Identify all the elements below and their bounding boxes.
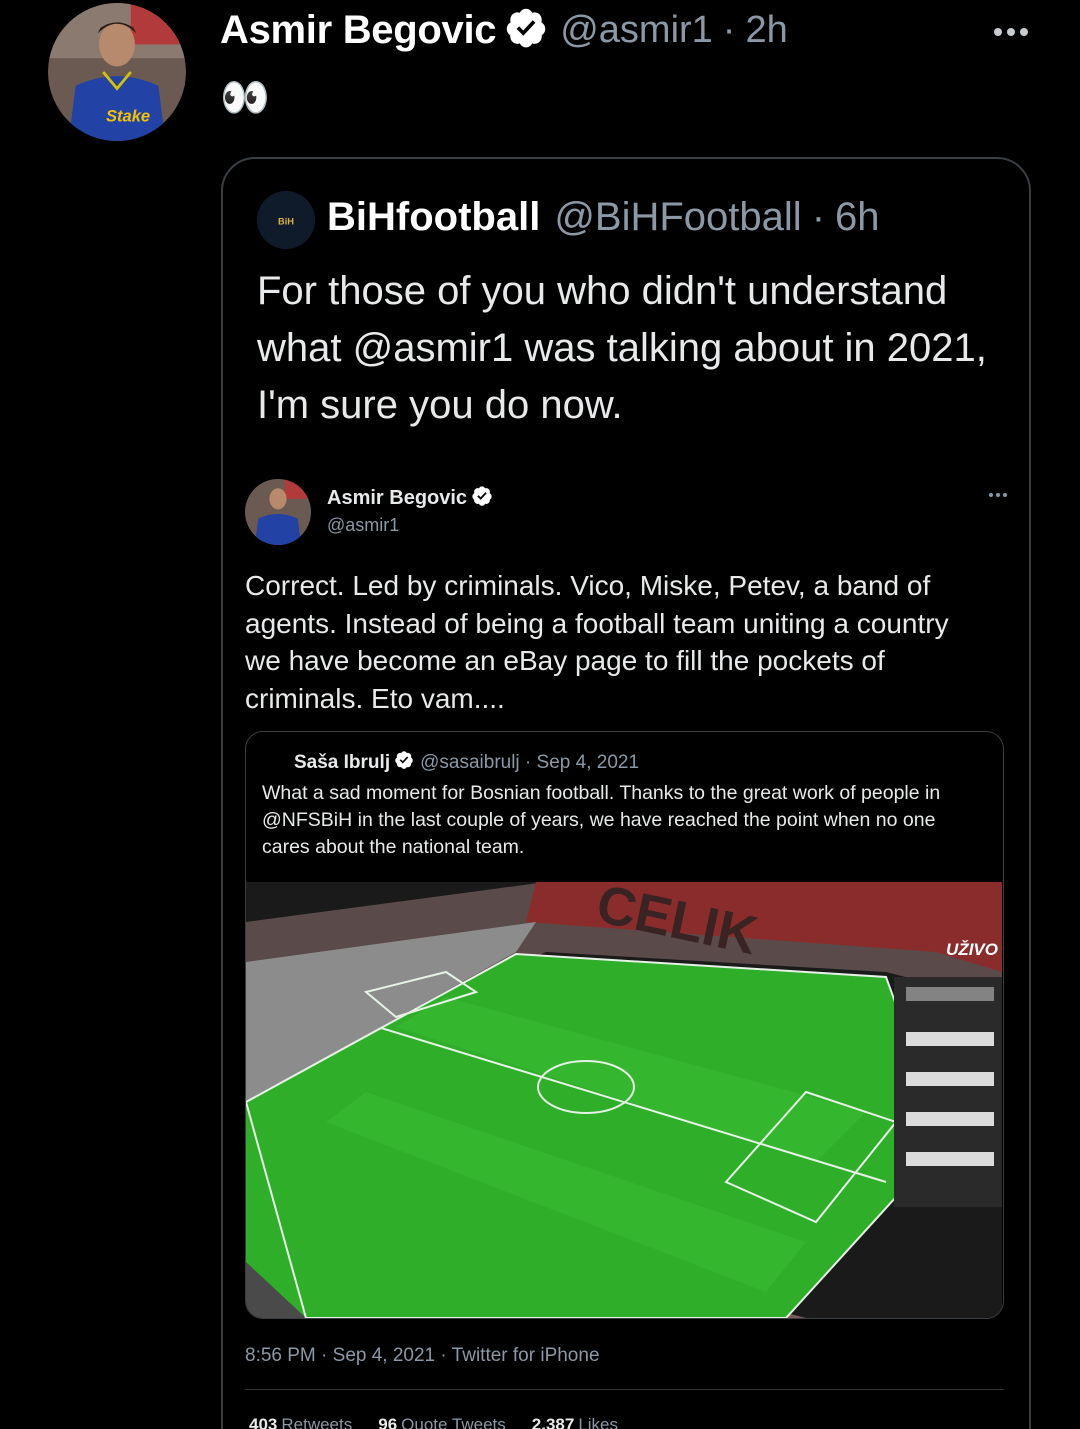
inner-quote-text: What a sad moment for Bosnian football. …: [262, 782, 941, 858]
tweet-text: 👀: [220, 76, 270, 120]
quoted-tweet-card[interactable]: BiH BiHfootball @BiHFootball · 6h For th…: [221, 157, 1031, 1429]
embedded-tweet-screenshot[interactable]: Asmir Begovic @asmir1 Correct. Led by cr…: [223, 479, 1029, 1429]
quote-tweets-stat: 96 Quote Tweets: [378, 1415, 506, 1429]
embedded-name-row: Asmir Begovic: [327, 485, 493, 512]
quoted-tweet-time[interactable]: 6h: [835, 195, 880, 240]
separator-dot: ·: [811, 195, 826, 239]
quoted-author-name[interactable]: BiHfootball: [327, 195, 540, 240]
stadium-image: CELIK UŽIVO: [246, 882, 1002, 1318]
embedded-author-handle: @asmir1: [327, 515, 400, 535]
retweets-stat: 403 Retweets: [249, 1415, 353, 1429]
verified-icon: [504, 6, 548, 55]
tweet-header: Asmir Begovic @asmir1 · 2h: [220, 6, 788, 55]
quoted-author-handle[interactable]: @BiHFootball: [554, 195, 801, 240]
quoted-tweet-text: For those of you who didn't understand w…: [257, 269, 987, 427]
embedded-tweet-meta: 8:56 PM · Sep 4, 2021 · Twitter for iPho…: [245, 1345, 600, 1366]
verified-icon: [394, 750, 414, 775]
quoted-author-avatar: BiH: [257, 191, 315, 249]
svg-text:Stake: Stake: [106, 107, 150, 126]
inner-quote-header: Saša Ibrulj @sasaibrulj · Sep 4, 2021: [294, 750, 639, 775]
inner-author-name: Saša Ibrulj: [294, 751, 391, 773]
separator-dot: ·: [722, 9, 736, 51]
author-handle[interactable]: @asmir1: [560, 9, 713, 52]
embedded-tweet-text: Correct. Led by criminals. Vico, Miske, …: [245, 570, 949, 714]
embedded-author-name: Asmir Begovic: [327, 487, 468, 509]
likes-stat: 2,387 Likes: [531, 1415, 618, 1429]
live-overlay-label: UŽIVO: [946, 940, 998, 959]
inner-author-handle: @sasaibrulj · Sep 4, 2021: [420, 751, 640, 773]
embedded-tweet-stats: 403 Retweets 96 Quote Tweets 2,387 Likes: [249, 1415, 618, 1429]
more-options-icon[interactable]: [994, 28, 1028, 36]
tweet-time[interactable]: 2h: [745, 9, 787, 52]
author-name[interactable]: Asmir Begovic: [220, 8, 497, 53]
embedded-author-avatar: [245, 479, 311, 545]
verified-icon: [471, 485, 493, 512]
svg-text:BiH: BiH: [278, 217, 294, 227]
inner-quoted-tweet: Saša Ibrulj @sasaibrulj · Sep 4, 2021 Wh…: [245, 731, 1004, 1319]
author-avatar[interactable]: Stake: [48, 3, 186, 141]
quoted-tweet-header: BiHfootball @BiHFootball · 6h: [327, 195, 880, 240]
embedded-more-icon: [989, 493, 1007, 497]
divider: [245, 1389, 1004, 1390]
